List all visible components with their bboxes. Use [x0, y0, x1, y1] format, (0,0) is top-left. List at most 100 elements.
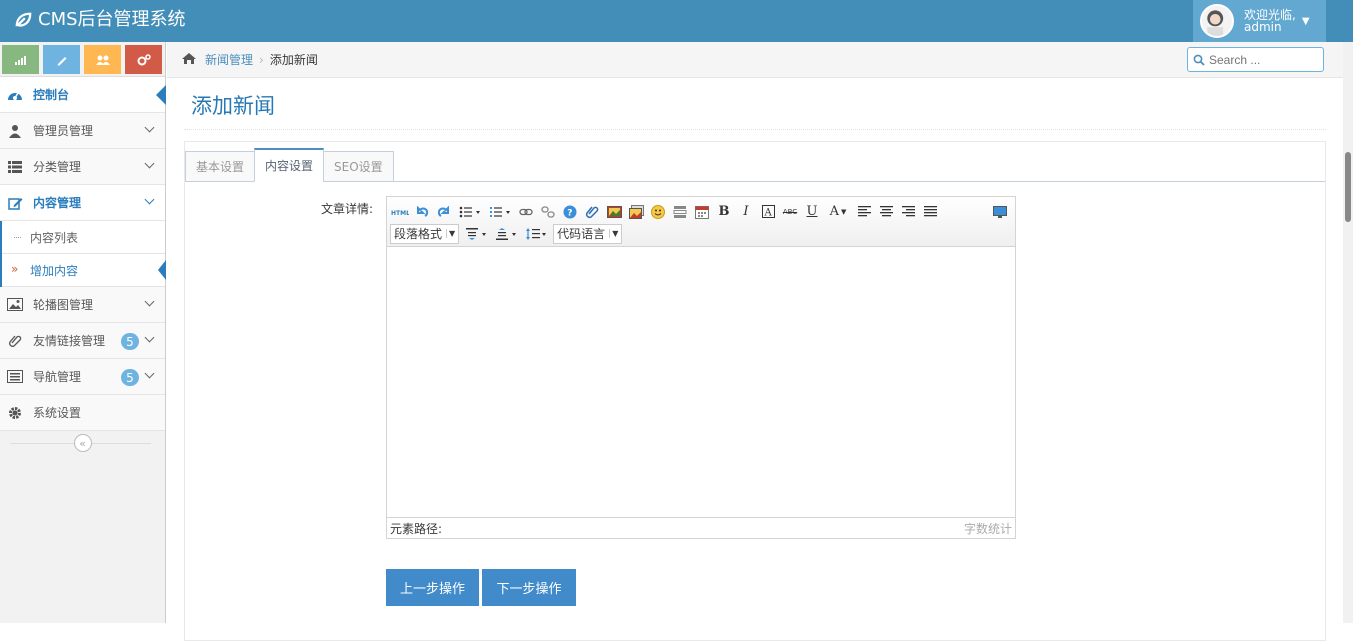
link-icon[interactable] [516, 202, 536, 222]
tab-seo-settings[interactable]: SEO设置 [323, 151, 394, 182]
paragraph-format-select[interactable]: 段落格式 ▼ [390, 223, 460, 244]
user-icon [7, 123, 23, 139]
list-alt-icon [7, 369, 23, 385]
svg-text:?: ? [567, 208, 572, 218]
align-justify-icon[interactable] [920, 202, 940, 222]
edit-icon [7, 195, 23, 211]
emoticon-icon[interactable] [648, 202, 668, 222]
cogs-icon [137, 53, 151, 65]
app-title: CMS后台管理系统 [38, 9, 186, 30]
element-path: 元素路径: [390, 521, 443, 536]
shortcut-stats-button[interactable] [2, 45, 39, 74]
home-icon[interactable] [181, 52, 197, 68]
picture-icon [7, 297, 23, 313]
fullscreen-icon[interactable] [990, 202, 1010, 222]
search-box [1187, 47, 1324, 72]
active-indicator [158, 260, 166, 280]
align-right-icon[interactable] [898, 202, 918, 222]
page-title: 添加新闻 [191, 94, 275, 118]
navbar: CMS后台管理系统 欢迎光临, admin ▼ [0, 0, 1353, 42]
align-left-icon[interactable] [854, 202, 874, 222]
row-spacing-top-icon[interactable] [463, 224, 491, 244]
italic-button[interactable]: I [736, 202, 756, 222]
line-height-icon[interactable] [523, 224, 551, 244]
sidebar-item-category[interactable]: 分类管理 [0, 149, 165, 185]
tab-basic-settings[interactable]: 基本设置 [185, 151, 256, 182]
row-spacing-bottom-icon[interactable] [493, 224, 521, 244]
leaf-icon [15, 12, 32, 27]
sidebar-subitem-content-list[interactable]: 内容列表 [2, 221, 165, 254]
next-step-button[interactable]: 下一步操作 [482, 569, 576, 606]
sidebar-item-admin[interactable]: 管理员管理 [0, 113, 165, 149]
code-language-select[interactable]: 代码语言 ▼ [553, 223, 623, 244]
ordered-list-icon[interactable] [486, 202, 514, 222]
strikethrough-button[interactable]: ABC [780, 202, 800, 222]
sidebar-item-links[interactable]: 友情链接管理 5 [0, 323, 165, 359]
align-center-icon[interactable] [876, 202, 896, 222]
sidebar-item-carousel[interactable]: 轮播图管理 [0, 287, 165, 323]
attachment-icon[interactable] [582, 202, 602, 222]
code-icon[interactable] [670, 202, 690, 222]
sidebar-item-label: 分类管理 [33, 160, 82, 174]
chevron-down-icon: ▼ [841, 207, 847, 216]
breadcrumb: 新闻管理 › 添加新闻 [167, 42, 1343, 78]
sidebar-item-settings[interactable]: 系统设置 [0, 395, 165, 431]
tab-bar: 基本设置 内容设置 SEO设置 [185, 142, 1325, 182]
sidebar-subitem-label: 内容列表 [30, 230, 79, 245]
search-input[interactable] [1209, 52, 1319, 67]
count-badge: 5 [121, 369, 139, 386]
image-icon[interactable] [604, 202, 624, 222]
double-angle-right-icon: » [11, 262, 19, 276]
brand[interactable]: CMS后台管理系统 [14, 9, 186, 31]
chevron-down-icon [144, 332, 155, 343]
bold-button[interactable]: B [714, 202, 734, 222]
tab-content-settings[interactable]: 内容设置 [254, 148, 325, 182]
word-count: 字数统计 [963, 521, 1012, 536]
unlink-icon[interactable] [538, 202, 558, 222]
underline-button[interactable]: U [802, 202, 822, 222]
editor-content-area[interactable] [387, 247, 1015, 517]
sidebar-item-dashboard[interactable]: 控制台 [0, 77, 166, 113]
search-icon [1193, 54, 1205, 66]
chevron-down-icon: ▼ [446, 229, 455, 238]
paragraph-format-label: 段落格式 [394, 227, 443, 241]
page-scrollbar[interactable] [1343, 42, 1353, 623]
content-field-label: 文章详情: [321, 202, 374, 216]
sidebar-subitem-add-content[interactable]: » 增加内容 [2, 254, 166, 287]
prev-step-button[interactable]: 上一步操作 [386, 569, 479, 606]
sidebar-item-label: 友情链接管理 [33, 334, 106, 348]
sidebar-collapse: « [0, 431, 165, 455]
sidebar-item-label: 内容管理 [33, 196, 82, 210]
sidebar-item-content[interactable]: 内容管理 [0, 185, 165, 221]
chevron-down-icon [144, 122, 155, 133]
html-source-icon[interactable]: HTML [390, 202, 410, 222]
sidebar-item-label: 系统设置 [33, 406, 82, 420]
divider [184, 129, 1326, 130]
sidebar-item-navigation[interactable]: 导航管理 5 [0, 359, 165, 395]
sidebar-item-label: 导航管理 [33, 370, 82, 384]
breadcrumb-current: 添加新闻 [269, 53, 318, 67]
undo-icon[interactable] [412, 202, 432, 222]
shortcut-edit-button[interactable] [43, 45, 80, 74]
rich-text-editor: HTML ? B I A ABC U A ▼ 段落格式 ▼ 代码语言 ▼ 元素路… [386, 196, 1016, 539]
caret-down-icon: ▼ [1301, 15, 1310, 27]
user-menu[interactable]: 欢迎光临, admin ▼ [1193, 0, 1326, 42]
svg-text:A: A [763, 208, 772, 219]
redo-icon[interactable] [434, 202, 454, 222]
fontborder-icon[interactable]: A [758, 202, 778, 222]
sidebar-item-label: 管理员管理 [33, 124, 94, 138]
breadcrumb-parent-link[interactable]: 新闻管理 [205, 51, 253, 68]
users-icon [95, 55, 110, 65]
multi-image-icon[interactable] [626, 202, 646, 222]
help-icon[interactable]: ? [560, 202, 580, 222]
gear-icon [7, 405, 23, 421]
font-color-button[interactable]: A ▼ [824, 202, 852, 222]
collapse-sidebar-button[interactable]: « [73, 434, 92, 452]
shortcut-users-button[interactable] [84, 45, 121, 74]
calendar-icon[interactable] [692, 202, 712, 222]
sidebar-item-label: 轮播图管理 [33, 298, 94, 312]
shortcut-settings-button[interactable] [125, 45, 162, 74]
chevron-down-icon [144, 194, 155, 205]
unordered-list-icon[interactable] [456, 202, 484, 222]
editor-toolbar: HTML ? B I A ABC U A ▼ 段落格式 ▼ 代码语言 ▼ [387, 197, 1015, 247]
